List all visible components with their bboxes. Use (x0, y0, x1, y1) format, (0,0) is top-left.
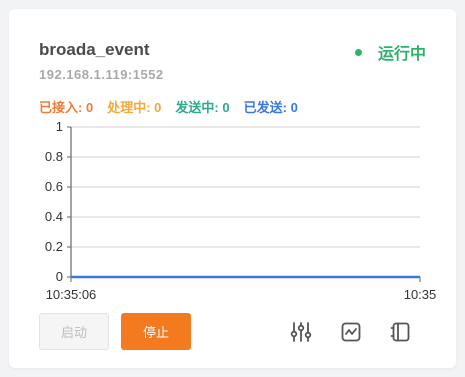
y-tick-label: 0.2 (45, 239, 63, 254)
y-tick-label: 0.4 (45, 209, 63, 224)
y-tick-label: 0.6 (45, 179, 63, 194)
y-tick-label: 0 (56, 269, 63, 284)
stop-button[interactable]: 停止 (121, 313, 191, 350)
node-card: broada_event 运行中 192.168.1.119:1552 已接入:… (9, 9, 456, 368)
x-tick-label: 10:35:06 (46, 287, 97, 302)
start-button[interactable]: 启动 (39, 313, 109, 350)
y-tick-label: 1 (56, 119, 63, 134)
sliders-icon[interactable] (289, 320, 313, 344)
panel-icon[interactable] (389, 320, 413, 344)
chart-monitor-icon[interactable] (339, 320, 363, 344)
x-tick-label: 10:35 (404, 287, 437, 302)
y-tick-label: 0.8 (45, 149, 63, 164)
